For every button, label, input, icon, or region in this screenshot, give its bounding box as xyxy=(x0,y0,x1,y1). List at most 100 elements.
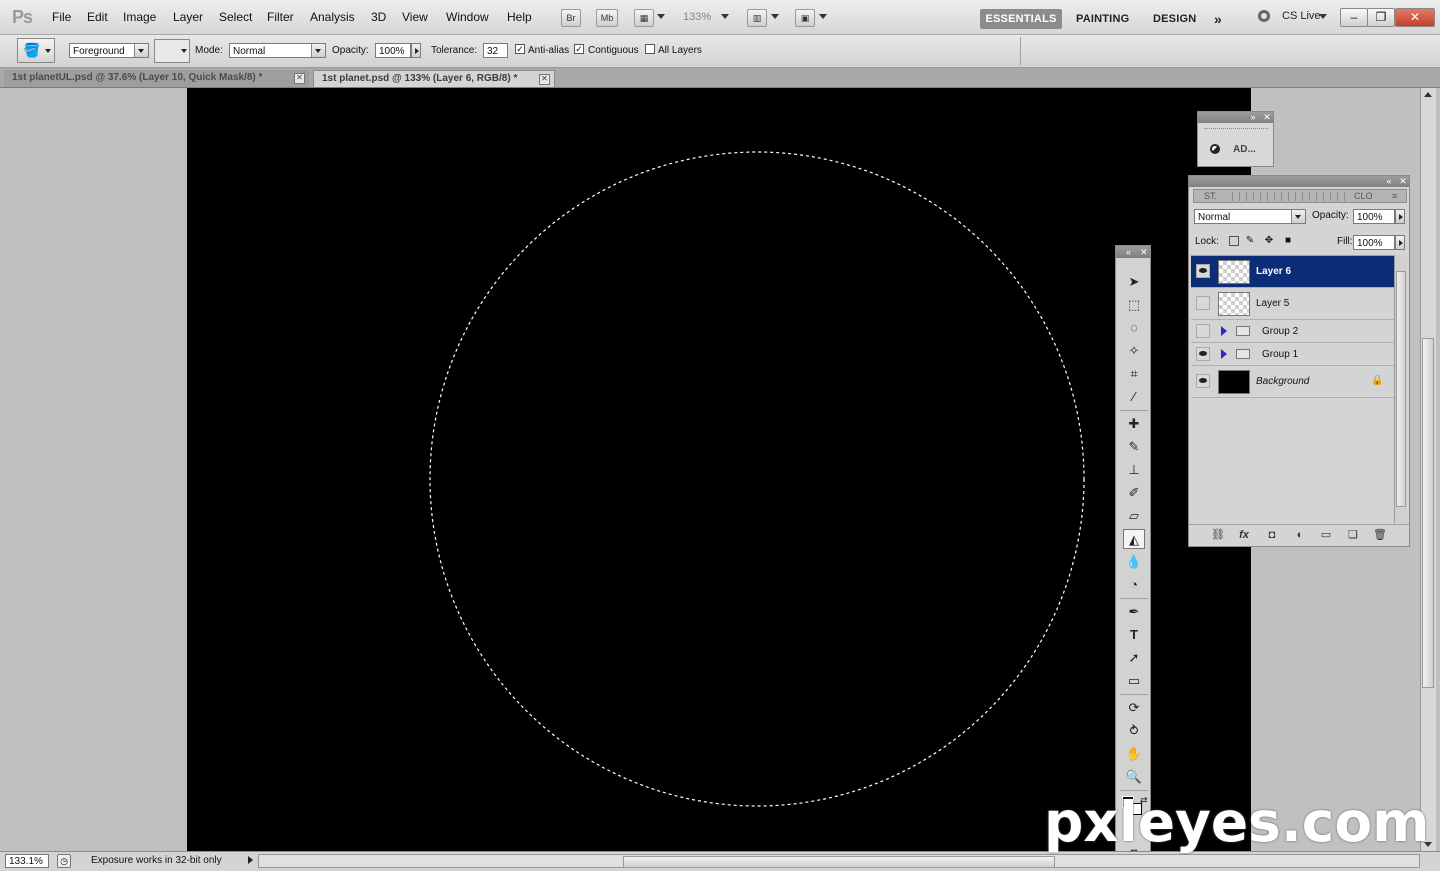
mode-select[interactable]: Normal xyxy=(229,43,326,58)
scrollbar-thumb[interactable] xyxy=(1422,338,1434,688)
type-tool-icon[interactable]: T xyxy=(1123,625,1145,645)
3d-rotate-tool-icon[interactable]: ⟳ xyxy=(1123,698,1145,718)
eye-icon[interactable] xyxy=(1196,264,1210,278)
tab-styles[interactable]: ST. xyxy=(1204,191,1217,201)
panel-header[interactable]: « ✕ xyxy=(1189,176,1409,187)
chevron-down-icon[interactable] xyxy=(1319,14,1327,19)
expand-arrow-icon[interactable] xyxy=(1221,349,1227,359)
zoom-tool-icon[interactable]: 🔍 xyxy=(1123,767,1145,787)
blend-mode-select[interactable]: Normal xyxy=(1194,209,1306,224)
restore-button[interactable]: ❐ xyxy=(1367,8,1395,27)
contiguous-checkbox[interactable]: ✓ xyxy=(574,44,584,54)
adjustment-layer-icon[interactable]: ◐ xyxy=(1293,528,1307,542)
layer-row[interactable]: Background 🔒 xyxy=(1191,366,1394,398)
fx-icon[interactable]: fx xyxy=(1237,528,1251,542)
arrange-documents-button[interactable]: ▥ xyxy=(747,9,767,27)
menu-3d[interactable]: 3D xyxy=(371,10,386,24)
eyedropper-tool-icon[interactable]: ⁄ xyxy=(1123,387,1145,407)
eye-icon[interactable] xyxy=(1196,347,1210,361)
zoom-level-field[interactable]: 133% xyxy=(683,11,711,23)
antialias-checkbox[interactable]: ✓ xyxy=(515,44,525,54)
lasso-tool-icon[interactable]: ◌ xyxy=(1123,318,1145,338)
eraser-tool-icon[interactable]: ▱ xyxy=(1123,506,1145,526)
cs-live-menu[interactable]: CS Live xyxy=(1282,10,1321,22)
workspace-painting[interactable]: PAINTING xyxy=(1076,9,1129,29)
blur-tool-icon[interactable]: 💧 xyxy=(1123,552,1145,572)
more-workspaces-button[interactable]: » xyxy=(1214,9,1222,29)
close-window-button[interactable]: ✕ xyxy=(1395,8,1435,27)
menu-image[interactable]: Image xyxy=(123,10,156,24)
lock-pixels-icon[interactable]: ✎ xyxy=(1245,236,1255,246)
vertical-scrollbar[interactable] xyxy=(1420,88,1436,851)
dodge-tool-icon[interactable]: ◔ xyxy=(1123,575,1145,595)
eye-icon[interactable] xyxy=(1196,324,1210,338)
scroll-up-icon[interactable] xyxy=(1424,92,1432,97)
panel-grip[interactable] xyxy=(1204,128,1268,131)
workspace-design[interactable]: DESIGN xyxy=(1153,9,1196,29)
screen-mode-button[interactable]: ▣ xyxy=(795,9,815,27)
hand-tool-icon[interactable]: ✋ xyxy=(1123,744,1145,764)
path-selection-tool-icon[interactable]: ➚ xyxy=(1123,648,1145,668)
rectangle-tool-icon[interactable]: ▭ xyxy=(1123,671,1145,691)
menu-layer[interactable]: Layer xyxy=(173,10,203,24)
bridge-button[interactable]: Br xyxy=(561,9,581,27)
menu-analysis[interactable]: Analysis xyxy=(310,10,355,24)
add-mask-icon[interactable]: ◘ xyxy=(1265,528,1279,542)
eye-icon[interactable] xyxy=(1196,374,1210,388)
expand-arrow-icon[interactable] xyxy=(1221,326,1227,336)
trash-icon[interactable]: 🗑 xyxy=(1373,528,1387,542)
document-canvas[interactable] xyxy=(187,88,1251,851)
collapse-icon[interactable]: « xyxy=(1384,176,1394,186)
clone-stamp-tool-icon[interactable]: ⊥ xyxy=(1123,460,1145,480)
move-tool-icon[interactable]: ➤ xyxy=(1123,272,1145,292)
menu-select[interactable]: Select xyxy=(219,10,252,24)
history-brush-tool-icon[interactable]: ✐ xyxy=(1123,483,1145,503)
adjustments-icon[interactable] xyxy=(1210,144,1220,154)
3d-orbit-tool-icon[interactable]: ⥁ xyxy=(1123,721,1145,741)
all-layers-checkbox[interactable] xyxy=(645,44,655,54)
panel-menu-icon[interactable]: ≡ xyxy=(1392,191,1397,201)
document-tab-active[interactable]: 1st planet.psd @ 133% (Layer 6, RGB/8) *… xyxy=(313,70,555,87)
link-layers-icon[interactable]: ⛓ xyxy=(1211,528,1225,542)
quick-selection-tool-icon[interactable]: ✧ xyxy=(1123,341,1145,361)
status-menu-arrow-icon[interactable] xyxy=(248,856,253,864)
menu-help[interactable]: Help xyxy=(507,10,532,24)
document-tab[interactable]: 1st planetUL.psd @ 37.6% (Layer 10, Quic… xyxy=(4,70,309,87)
collapse-icon[interactable]: « xyxy=(1126,246,1131,258)
layers-scrollbar[interactable] xyxy=(1394,255,1407,523)
marquee-tool-icon[interactable]: ⬚ xyxy=(1123,295,1145,315)
close-icon[interactable]: ✕ xyxy=(1262,112,1272,122)
menu-window[interactable]: Window xyxy=(446,10,489,24)
fill-slider-button[interactable] xyxy=(1395,235,1405,250)
close-icon[interactable]: ✕ xyxy=(1398,176,1408,186)
crop-tool-icon[interactable]: ⌗ xyxy=(1123,364,1145,384)
minimize-button[interactable]: – xyxy=(1340,8,1368,27)
zoom-status-field[interactable]: 133.1% xyxy=(5,854,49,868)
status-info-icon[interactable]: ◷ xyxy=(57,854,71,868)
menu-filter[interactable]: Filter xyxy=(267,10,294,24)
view-extras-button[interactable]: ▦ xyxy=(634,9,654,27)
collapsed-tabs[interactable] xyxy=(1232,192,1350,201)
fill-input[interactable]: 100% xyxy=(1353,235,1395,250)
lock-transparency-icon[interactable] xyxy=(1229,236,1239,246)
close-icon[interactable]: ✕ xyxy=(1140,246,1148,258)
chevron-down-icon[interactable] xyxy=(657,14,665,19)
opacity-input[interactable]: 100% xyxy=(375,43,411,58)
layer-group-row[interactable]: Group 1 xyxy=(1191,343,1394,366)
chevron-down-icon[interactable] xyxy=(819,14,827,19)
layer-opacity-input[interactable]: 100% xyxy=(1353,209,1395,224)
opacity-slider-button[interactable] xyxy=(411,43,421,58)
menu-file[interactable]: File xyxy=(52,10,71,24)
scrollbar-thumb[interactable] xyxy=(623,856,1055,868)
collapse-icon[interactable]: » xyxy=(1248,112,1258,122)
brush-tool-icon[interactable]: ✎ xyxy=(1123,437,1145,457)
layer-group-row[interactable]: Group 2 xyxy=(1191,320,1394,343)
healing-brush-tool-icon[interactable]: ✚ xyxy=(1123,414,1145,434)
chevron-down-icon[interactable] xyxy=(721,14,729,19)
eye-icon[interactable] xyxy=(1196,296,1210,310)
menu-edit[interactable]: Edit xyxy=(87,10,108,24)
layer-row[interactable]: Layer 6 xyxy=(1191,256,1394,288)
tab-clone-source[interactable]: CLO xyxy=(1354,191,1373,201)
close-icon[interactable]: ✕ xyxy=(294,73,305,84)
paint-bucket-tool-icon[interactable]: ◭ xyxy=(1123,529,1145,549)
